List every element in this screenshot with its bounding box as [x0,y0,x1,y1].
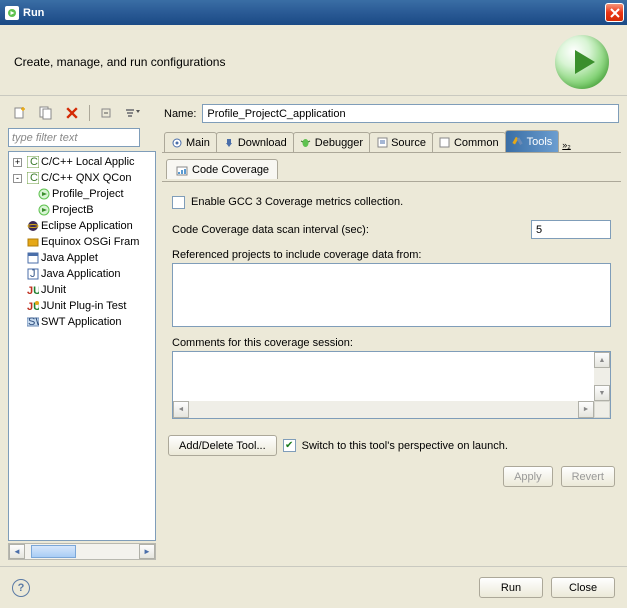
duplicate-button[interactable] [35,103,57,123]
apply-button[interactable]: Apply [503,466,553,487]
coverage-icon [175,163,188,176]
switch-perspective-label: Switch to this tool's perspective on lau… [302,440,508,452]
scroll-down-button[interactable]: ▼ [594,385,610,401]
hscroll-thumb[interactable] [31,545,77,558]
help-button[interactable]: ? [12,579,30,597]
window-title: Run [23,7,44,19]
tab-main[interactable]: Main [164,132,217,152]
collapse-icon[interactable]: - [13,174,22,183]
tab-common[interactable]: Common [432,132,506,152]
comments-textarea[interactable]: ▲ ▼ ◄ ► [172,351,611,419]
header-subtitle: Create, manage, and run configurations [14,55,225,69]
filter-input[interactable] [8,128,140,147]
delete-button[interactable] [61,103,83,123]
tree-item[interactable]: Equinox OSGi Fram [11,234,153,250]
coverage-panel: Enable GCC 3 Coverage metrics collection… [162,181,621,425]
comments-vscroll[interactable]: ▲ ▼ [594,352,610,401]
tree-hscrollbar[interactable]: ◄ ► [8,543,156,560]
eclipse-icon [26,220,39,233]
osgi-icon [26,236,39,249]
svg-text:SWT: SWT [28,316,39,328]
add-delete-tool-button[interactable]: Add/Delete Tool... [168,435,277,456]
window-icon [5,6,19,20]
tree-item[interactable]: SWT SWT Application [11,314,153,330]
junit-plugin-icon: JU [26,300,39,313]
header: Create, manage, and run configurations [0,25,627,96]
svg-text:C: C [30,172,38,184]
tab-download[interactable]: Download [216,132,294,152]
tree-item[interactable]: JU JUnit [11,282,153,298]
revert-button[interactable]: Revert [561,466,615,487]
tree-item[interactable]: Java Applet [11,250,153,266]
scroll-left-button[interactable]: ◄ [9,544,25,559]
ref-projects-label: Referenced projects to include coverage … [172,249,611,261]
scroll-left-button[interactable]: ◄ [173,401,189,418]
expand-icon[interactable]: + [13,158,22,167]
interval-input[interactable] [531,220,611,239]
close-icon[interactable] [605,3,624,22]
common-icon [439,137,451,149]
subtab-code-coverage[interactable]: Code Coverage [166,159,278,179]
name-input[interactable] [202,104,619,123]
ref-projects-list[interactable] [172,263,611,327]
tree-item[interactable]: JU JUnit Plug-in Test [11,298,153,314]
svg-text:JU: JU [27,285,39,296]
scroll-right-button[interactable]: ► [578,401,594,418]
tree-item[interactable]: + C C/C++ Local Applic [11,154,153,170]
switch-perspective-checkbox[interactable] [283,439,296,452]
run-banner-icon [555,35,609,89]
tab-overflow-button[interactable]: »₂ [558,138,575,152]
run-button[interactable]: Run [479,577,543,598]
close-button[interactable]: Close [551,577,615,598]
enable-coverage-checkbox[interactable] [172,196,185,209]
java-app-icon: J [26,268,39,281]
new-config-button[interactable] [9,103,31,123]
collapse-all-button[interactable] [96,103,118,123]
tabstrip: Main Download Debugger Source Common Too… [162,131,621,153]
c-app-icon: C [26,156,39,169]
tree-item[interactable]: J Java Application [11,266,153,282]
interval-label: Code Coverage data scan interval (sec): [172,224,369,236]
scroll-up-button[interactable]: ▲ [594,352,610,368]
tree-item[interactable]: Eclipse Application [11,218,153,234]
name-label: Name: [164,108,196,120]
enable-coverage-label: Enable GCC 3 Coverage metrics collection… [191,196,403,208]
tree-item[interactable]: ProjectB [11,202,153,218]
config-tree[interactable]: + C C/C++ Local Applic - C C/C++ QNX QCo… [8,151,156,541]
tab-source[interactable]: Source [369,132,433,152]
config-toolbar [6,100,156,126]
comments-label: Comments for this coverage session: [172,337,611,349]
tab-tools[interactable]: Tools [505,130,560,152]
filter-dropdown-button[interactable] [122,103,144,123]
main-icon [171,137,183,149]
svg-text:C: C [30,156,38,168]
applet-icon [26,252,39,265]
download-icon [223,137,235,149]
run-cfg-icon [37,188,50,201]
tools-icon [512,136,524,148]
scroll-right-button[interactable]: ► [139,544,155,559]
bug-icon [300,137,312,149]
tree-item[interactable]: - C C/C++ QNX QCon [11,170,153,186]
comments-hscroll[interactable]: ◄ ► [173,401,610,418]
junit-icon: JU [26,284,39,297]
swt-icon: SWT [26,316,39,329]
svg-text:J: J [30,268,36,280]
source-icon [376,137,388,149]
titlebar: Run [0,0,627,25]
tab-debugger[interactable]: Debugger [293,132,370,152]
c-app-icon: C [26,172,39,185]
tree-item[interactable]: Profile_Project [11,186,153,202]
run-cfg-icon [37,204,50,217]
